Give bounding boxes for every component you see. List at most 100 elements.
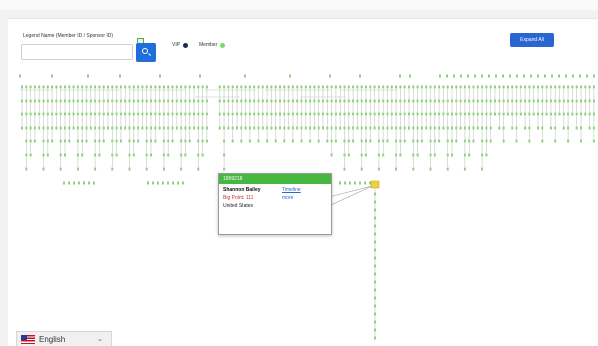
- tree-node[interactable]: [374, 336, 376, 340]
- tree-node[interactable]: [253, 85, 256, 89]
- tree-node[interactable]: [498, 126, 501, 130]
- tree-node[interactable]: [580, 99, 582, 103]
- tree-node[interactable]: [98, 139, 101, 143]
- tree-node[interactable]: [145, 167, 148, 171]
- tree-node[interactable]: [565, 74, 567, 78]
- tree-node[interactable]: [374, 216, 376, 220]
- tree-node[interactable]: [453, 74, 455, 78]
- tree-node[interactable]: [433, 153, 436, 157]
- tree-node[interactable]: [81, 126, 84, 130]
- tree-node[interactable]: [408, 85, 410, 89]
- tree-node[interactable]: [356, 99, 359, 103]
- tree-node[interactable]: [42, 112, 45, 116]
- tree-node[interactable]: [188, 139, 191, 143]
- tree-node[interactable]: [167, 181, 169, 185]
- tree-node[interactable]: [442, 112, 445, 116]
- tree-node[interactable]: [317, 112, 320, 116]
- tree-node[interactable]: [89, 99, 92, 103]
- tree-node[interactable]: [102, 85, 105, 89]
- tree-node[interactable]: [51, 112, 54, 116]
- tree-node[interactable]: [180, 153, 183, 157]
- tree-node[interactable]: [515, 99, 518, 103]
- tree-node[interactable]: [420, 139, 423, 143]
- tree-node[interactable]: [433, 126, 436, 130]
- tree-node[interactable]: [257, 112, 260, 116]
- tree-node[interactable]: [266, 139, 269, 143]
- tree-node[interactable]: [459, 112, 462, 116]
- tree-node[interactable]: [416, 85, 419, 89]
- tree-node[interactable]: [167, 112, 170, 116]
- tree-node[interactable]: [365, 99, 367, 103]
- tree-node[interactable]: [81, 153, 84, 157]
- tree-node[interactable]: [150, 153, 152, 157]
- tree-node[interactable]: [463, 85, 466, 89]
- tree-node[interactable]: [94, 126, 97, 130]
- tree-node[interactable]: [240, 126, 243, 130]
- tree-node[interactable]: [317, 99, 320, 103]
- tree-node[interactable]: [171, 139, 174, 143]
- tree-node[interactable]: [498, 99, 501, 103]
- tree-node[interactable]: [158, 85, 161, 89]
- tree-node[interactable]: [253, 126, 256, 130]
- tree-node[interactable]: [412, 126, 415, 130]
- tree-node[interactable]: [64, 153, 66, 157]
- tree-node[interactable]: [511, 112, 514, 116]
- tree-node[interactable]: [425, 126, 428, 130]
- tree-node[interactable]: [313, 112, 316, 116]
- tree-node[interactable]: [231, 99, 234, 103]
- tree-node[interactable]: [167, 99, 170, 103]
- tree-node[interactable]: [197, 167, 200, 171]
- tree-node[interactable]: [193, 85, 195, 89]
- tree-node[interactable]: [395, 167, 398, 171]
- tree-node[interactable]: [171, 126, 174, 130]
- tree-node[interactable]: [330, 139, 333, 143]
- tree-node[interactable]: [25, 167, 28, 171]
- tree-node[interactable]: [171, 99, 174, 103]
- tree-node[interactable]: [248, 112, 251, 116]
- tree-node[interactable]: [524, 99, 527, 103]
- tree-node[interactable]: [326, 139, 329, 143]
- tree-node[interactable]: [360, 99, 363, 103]
- tree-node[interactable]: [188, 126, 191, 130]
- tree-node[interactable]: [446, 85, 449, 89]
- tree-node[interactable]: [182, 181, 184, 185]
- tree-node[interactable]: [266, 112, 269, 116]
- tree-node[interactable]: [528, 139, 531, 143]
- tree-node[interactable]: [360, 153, 363, 157]
- tree-node[interactable]: [38, 99, 41, 103]
- tree-node[interactable]: [343, 85, 346, 89]
- tree-node[interactable]: [403, 126, 406, 130]
- tree-node[interactable]: [81, 139, 84, 143]
- tree-node[interactable]: [537, 112, 539, 116]
- tree-node[interactable]: [227, 126, 230, 130]
- tree-node[interactable]: [132, 85, 135, 89]
- language-selector[interactable]: English ⌄: [16, 331, 112, 346]
- tree-node[interactable]: [365, 85, 367, 89]
- tree-node[interactable]: [343, 139, 346, 143]
- tree-node[interactable]: [374, 264, 376, 268]
- tree-node[interactable]: [374, 200, 376, 204]
- tree-node[interactable]: [425, 99, 428, 103]
- tree-node[interactable]: [46, 126, 49, 130]
- tree-node[interactable]: [94, 139, 97, 143]
- tree-node[interactable]: [403, 99, 406, 103]
- tree-node[interactable]: [201, 126, 204, 130]
- tree-node[interactable]: [227, 85, 230, 89]
- tree-node[interactable]: [502, 99, 505, 103]
- tree-node[interactable]: [236, 99, 238, 103]
- tree-node[interactable]: [390, 99, 393, 103]
- tree-node[interactable]: [468, 153, 471, 157]
- tree-node[interactable]: [81, 112, 84, 116]
- tree-node[interactable]: [429, 85, 432, 89]
- tree-node[interactable]: [279, 99, 281, 103]
- tree-node[interactable]: [76, 112, 79, 116]
- tree-node[interactable]: [279, 85, 281, 89]
- tree-node[interactable]: [498, 112, 501, 116]
- tree-node[interactable]: [347, 99, 350, 103]
- selected-node[interactable]: [370, 180, 380, 189]
- tree-node[interactable]: [223, 153, 226, 157]
- tree-node[interactable]: [132, 99, 135, 103]
- tree-node[interactable]: [154, 99, 157, 103]
- tree-node[interactable]: [145, 139, 148, 143]
- tree-node[interactable]: [438, 85, 441, 89]
